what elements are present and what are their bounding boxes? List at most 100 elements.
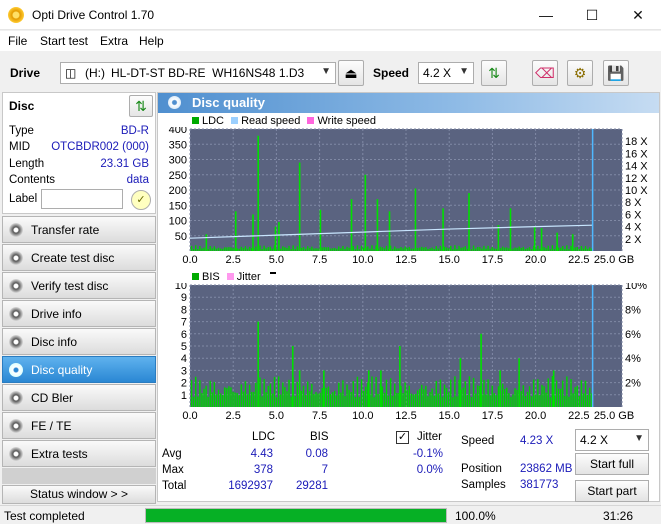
bis-bar xyxy=(433,395,435,407)
ldc-bar xyxy=(309,248,311,251)
minimize-button[interactable]: — xyxy=(523,0,569,30)
progress-percent: 100.0% xyxy=(455,509,496,523)
ldc-spike xyxy=(533,226,536,251)
bis-bar xyxy=(215,394,218,407)
bis-bar xyxy=(425,385,427,407)
bis-bar xyxy=(344,396,346,407)
nav-drive-info[interactable]: Drive info xyxy=(2,300,156,327)
nav-verify-test-disc[interactable]: Verify test disc xyxy=(2,272,156,299)
ldc-bar xyxy=(311,246,313,251)
ldc-bar xyxy=(427,248,429,251)
status-window-button[interactable]: Status window > > xyxy=(2,485,156,504)
bis-bar xyxy=(244,381,247,407)
bis-bar xyxy=(528,386,531,407)
bis-spike xyxy=(323,370,325,407)
ldc-spike xyxy=(376,199,379,251)
ldc-bar xyxy=(338,246,340,251)
nav-spacer xyxy=(2,468,156,484)
legend-read-speed: Read speed xyxy=(241,115,301,127)
ldc-bar xyxy=(493,248,496,251)
ldc-bar xyxy=(201,248,203,251)
nav-fe-te[interactable]: FE / TE xyxy=(2,412,156,439)
ldc-bar xyxy=(404,246,406,251)
nav-create-test-disc[interactable]: Create test disc xyxy=(2,244,156,271)
apply-label-button[interactable]: ✓ xyxy=(131,190,151,210)
refresh-speed-button[interactable]: ⇅ xyxy=(481,60,507,86)
test-speed-select[interactable]: 4.2 X ▼ xyxy=(575,429,649,451)
ldc-bar xyxy=(489,248,491,251)
stats-avg-label: Avg xyxy=(162,448,182,460)
y-right-tick: 6 X xyxy=(625,209,642,221)
stats-max-ldc: 378 xyxy=(253,464,273,476)
nav-transfer-rate[interactable]: Transfer rate xyxy=(2,216,156,243)
x-tick: 7.5 xyxy=(312,254,327,263)
y-right-tick: 2 X xyxy=(625,234,642,246)
ldc-chart: 4003503002502001501005018 X16 X14 X12 X1… xyxy=(169,127,649,263)
nav-cd-bler[interactable]: CD Bler xyxy=(2,384,156,411)
bis-bar xyxy=(485,394,487,407)
ldc-bar xyxy=(582,248,585,251)
ldc-bar xyxy=(588,247,591,251)
ldc-bar xyxy=(485,248,487,251)
settings-button[interactable]: ⚙ xyxy=(567,60,593,86)
bis-bar xyxy=(385,379,388,407)
ldc-bar xyxy=(203,247,205,251)
nav-disc-info[interactable]: Disc info xyxy=(2,328,156,355)
bis-bar xyxy=(402,393,404,407)
chevron-down-icon: ▼ xyxy=(321,66,331,77)
jitter-swatch xyxy=(226,273,234,280)
stats-total-ldc: 1692937 xyxy=(228,480,273,492)
ldc-bar xyxy=(524,248,527,251)
y-left-tick: 200 xyxy=(169,185,187,197)
y-left-tick: 100 xyxy=(169,216,187,228)
ldc-bar xyxy=(454,245,456,251)
ldc-bar xyxy=(394,246,396,251)
maximize-button[interactable]: ☐ xyxy=(569,0,615,30)
menu-help[interactable]: Help xyxy=(139,34,164,48)
ldc-bar xyxy=(421,246,423,251)
bis-bar xyxy=(503,389,506,407)
test-speed-value: 4.2 X xyxy=(580,433,609,447)
ldc-bar xyxy=(269,246,272,251)
start-part-button[interactable]: Start part xyxy=(575,480,649,502)
bis-bar xyxy=(557,388,560,407)
bis-bar xyxy=(195,376,197,407)
start-full-button[interactable]: Start full xyxy=(575,453,649,475)
bis-bar xyxy=(273,376,276,407)
ldc-bar xyxy=(238,248,240,251)
bis-bar xyxy=(394,383,396,407)
nav-disc-quality[interactable]: Disc quality xyxy=(2,356,156,383)
bis-bar xyxy=(331,392,334,407)
eject-button[interactable]: ⏏ xyxy=(338,60,364,86)
disc-refresh-button[interactable]: ⇅ xyxy=(129,95,153,117)
drive-select[interactable]: ◫ (H:) HL-DT-ST BD-RE WH16NS48 1.D3 ▼ xyxy=(60,62,336,84)
ldc-bar xyxy=(400,247,402,251)
nav-label: Extra tests xyxy=(31,447,88,461)
disc-icon xyxy=(9,335,23,349)
menu-bar: File Start test Extra Help xyxy=(0,31,661,51)
bis-bar xyxy=(263,378,265,407)
disc-label-input[interactable] xyxy=(41,189,123,209)
speed-select[interactable]: 4.2 X ▼ xyxy=(418,62,474,84)
disc-panel: Disc ⇅ Type BD-R MID OTCBDR002 (000) Len… xyxy=(2,92,156,214)
jitter-checkbox[interactable]: ✓ xyxy=(396,431,409,444)
save-button[interactable]: 💾 xyxy=(603,60,629,86)
window-title: Opti Drive Control 1.70 xyxy=(32,8,155,22)
x-tick: 25.0 GB xyxy=(594,410,634,421)
ldc-bar xyxy=(381,247,384,251)
ldc-bar xyxy=(329,248,332,251)
erase-button[interactable]: ⌫ xyxy=(532,60,558,86)
bis-bar xyxy=(456,396,458,407)
nav-extra-tests[interactable]: Extra tests xyxy=(2,440,156,467)
bis-bar xyxy=(537,379,539,407)
bis-bar xyxy=(300,390,303,407)
menu-start-test[interactable]: Start test xyxy=(40,34,88,48)
ldc-bar xyxy=(528,247,531,251)
close-button[interactable]: ✕ xyxy=(615,0,661,30)
x-tick: 10.0 xyxy=(352,254,373,263)
bis-spike xyxy=(257,321,259,407)
ldc-bar xyxy=(435,246,437,251)
menu-file[interactable]: File xyxy=(8,34,27,48)
ldc-bar xyxy=(248,246,251,251)
menu-extra[interactable]: Extra xyxy=(100,34,128,48)
